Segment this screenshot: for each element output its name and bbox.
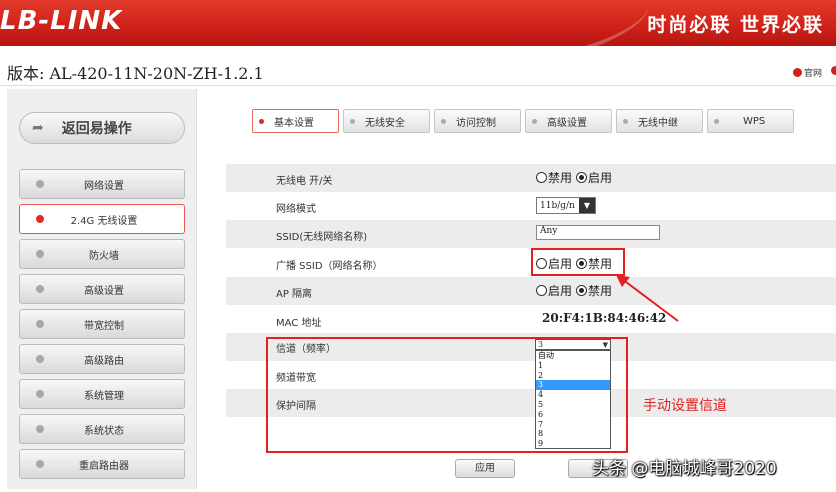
row-ssid: SSID(无线网络名称) Any	[226, 220, 836, 248]
radio-group: 禁用 启用	[536, 169, 616, 186]
bullet-icon	[714, 118, 719, 124]
sidebar-item-label: 系统状态	[84, 425, 124, 437]
sidebar-item-firewall[interactable]: 防火墙	[19, 239, 185, 269]
radio-label: 禁用	[548, 171, 573, 185]
sidebar-item-label: 系统管理	[84, 390, 124, 402]
bullet-icon	[36, 320, 44, 328]
radio-enable[interactable]	[536, 285, 547, 296]
radio-label: 禁用	[588, 284, 613, 298]
tab-label: 访问控制	[456, 117, 496, 129]
row-label: MAC 地址	[276, 318, 322, 329]
bullet-icon	[623, 118, 628, 124]
sidebar: ➦ 返回易操作 网络设置 2.4G 无线设置 防火墙 高级设置 带宽控制 高级路…	[7, 89, 197, 489]
bullet-icon	[36, 215, 44, 223]
sidebar-item-wireless-24g[interactable]: 2.4G 无线设置	[19, 204, 185, 234]
brand-logo: LB-LINK	[0, 6, 123, 36]
bullet-icon	[441, 118, 446, 124]
arrow-left-icon: ➦	[32, 120, 44, 136]
radio-label: 启用	[588, 171, 613, 185]
bullet-icon	[532, 118, 537, 124]
row-label: 网络模式	[276, 204, 316, 215]
main-panel: 基本设置 无线安全 访问控制 高级设置 无线中继 WPS 无线电 开/关 禁用	[204, 89, 836, 492]
tab-label: 无线安全	[365, 117, 405, 129]
row-mac-address: MAC 地址 20:F4:1B:84:46:42	[226, 306, 836, 334]
annotation-box-channel	[266, 337, 628, 453]
row-ap-isolation: AP 隔离 启用 禁用	[226, 277, 836, 305]
tab-label: 基本设置	[274, 117, 314, 129]
annotation-label: 手动设置信道	[643, 398, 727, 414]
sidebar-item-reboot[interactable]: 重启路由器	[19, 449, 185, 479]
tab-label: 高级设置	[547, 117, 587, 129]
select-value: 11b/g/n	[540, 200, 575, 211]
sidebar-item-label: 高级路由	[84, 355, 124, 367]
top-banner: LB-LINK 时尚必联 世界必联	[0, 0, 836, 46]
sidebar-item-label: 重启路由器	[79, 460, 129, 472]
firmware-version: 版本: AL-420-11N-20N-ZH-1.2.1	[7, 64, 264, 83]
sidebar-item-label: 网络设置	[84, 180, 124, 192]
tab-wireless-repeater[interactable]: 无线中继	[616, 109, 703, 133]
official-site-link[interactable]: 官网	[792, 66, 822, 79]
bullet-icon	[36, 390, 44, 398]
tab-bar: 基本设置 无线安全 访问控制 高级设置 无线中继 WPS	[252, 109, 794, 133]
home-icon	[792, 68, 802, 77]
radio-label: 启用	[548, 284, 573, 298]
back-button-label: 返回易操作	[61, 121, 132, 137]
bullet-icon	[36, 460, 44, 468]
annotation-box-broadcast	[531, 248, 625, 276]
row-network-mode: 网络模式 11b/g/n ▼	[226, 192, 836, 220]
back-to-easy-mode-button[interactable]: ➦ 返回易操作	[19, 112, 185, 144]
sidebar-item-label: 高级设置	[84, 285, 124, 297]
sidebar-item-system-status[interactable]: 系统状态	[19, 414, 185, 444]
bullet-icon	[36, 285, 44, 293]
watermark: 头条 @电脑城峰哥2020	[592, 459, 777, 479]
radio-enable[interactable]	[576, 172, 588, 183]
tab-basic-settings[interactable]: 基本设置	[252, 109, 339, 133]
brand-slogan: 时尚必联 世界必联	[647, 14, 824, 36]
sidebar-item-bandwidth[interactable]: 带宽控制	[19, 309, 185, 339]
radio-disable[interactable]	[576, 285, 588, 296]
radio-group: 启用 禁用	[536, 282, 616, 299]
value-cell: Any	[536, 225, 660, 240]
sidebar-item-system-admin[interactable]: 系统管理	[19, 379, 185, 409]
sidebar-item-label: 2.4G 无线设置	[70, 215, 138, 227]
row-label: 无线电 开/关	[276, 176, 333, 187]
chevron-down-icon: ▼	[579, 198, 595, 213]
sidebar-item-label: 防火墙	[89, 250, 119, 262]
sidebar-item-advanced[interactable]: 高级设置	[19, 274, 185, 304]
bullet-icon	[36, 425, 44, 433]
version-bar: 版本: AL-420-11N-20N-ZH-1.2.1 官网	[0, 46, 836, 86]
value-cell: 11b/g/n ▼	[536, 197, 596, 214]
sidebar-item-label: 带宽控制	[84, 320, 124, 332]
tab-wps[interactable]: WPS	[707, 109, 794, 133]
tab-access-control[interactable]: 访问控制	[434, 109, 521, 133]
tab-label: 无线中继	[638, 117, 678, 129]
row-label: AP 隔离	[276, 289, 313, 300]
row-label: SSID(无线网络名称)	[276, 232, 368, 243]
network-mode-select[interactable]: 11b/g/n ▼	[536, 197, 596, 214]
tab-label: WPS	[743, 115, 766, 127]
apply-button[interactable]: 应用	[455, 459, 515, 478]
radio-disable[interactable]	[536, 172, 547, 183]
banner-swoosh	[225, 0, 655, 46]
row-radio-switch: 无线电 开/关 禁用 启用	[226, 164, 836, 192]
annotation-arrow	[616, 275, 679, 322]
bullet-icon	[350, 118, 355, 124]
sidebar-item-routing[interactable]: 高级路由	[19, 344, 185, 374]
ssid-input[interactable]: Any	[536, 225, 660, 240]
extra-link-icon[interactable]	[831, 66, 836, 75]
bullet-icon	[36, 355, 44, 363]
bullet-icon	[36, 250, 44, 258]
row-label: 广播 SSID（网络名称）	[276, 261, 383, 272]
bullet-icon	[36, 180, 44, 188]
bullet-icon	[259, 118, 264, 124]
tab-wireless-security[interactable]: 无线安全	[343, 109, 430, 133]
tab-advanced-settings[interactable]: 高级设置	[525, 109, 612, 133]
sidebar-item-network[interactable]: 网络设置	[19, 169, 185, 199]
official-site-label: 官网	[803, 69, 822, 79]
